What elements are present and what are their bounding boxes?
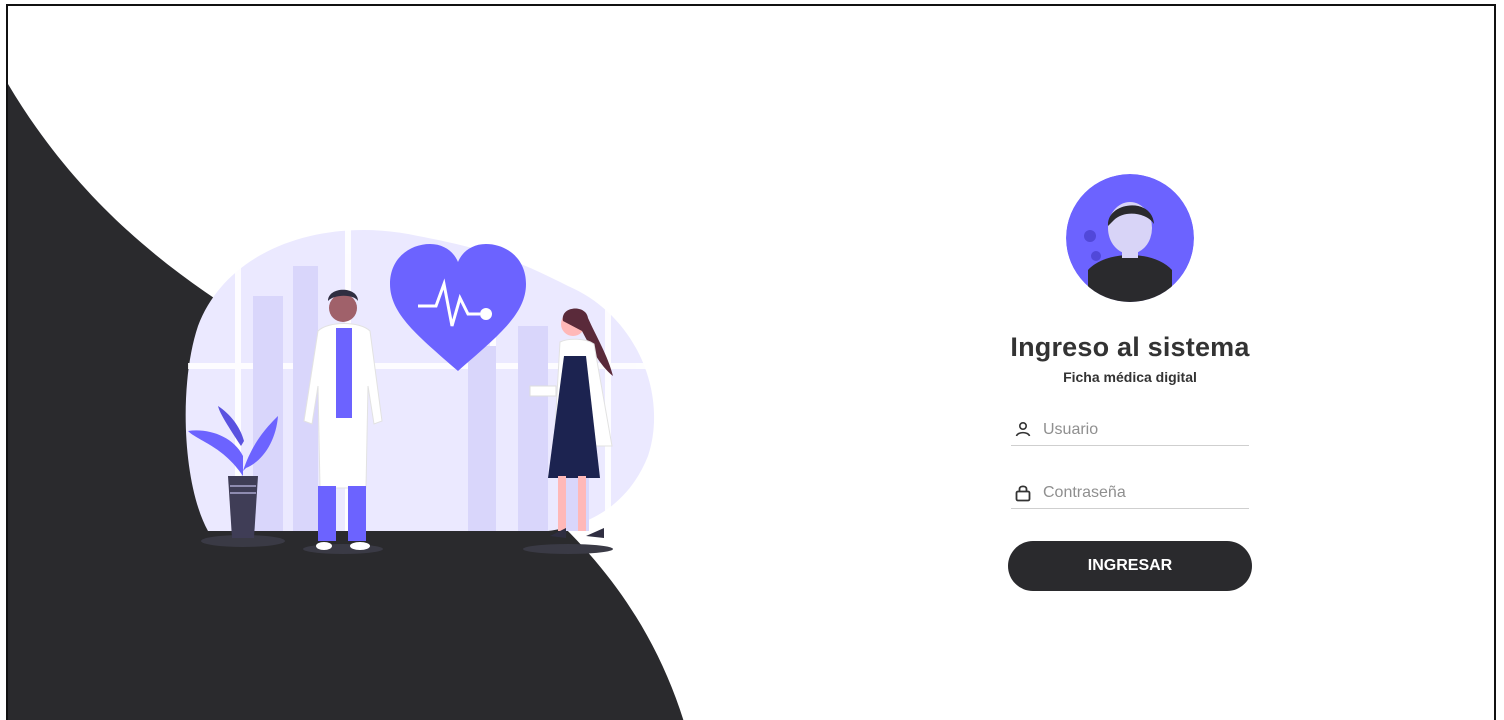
login-title: Ingreso al sistema	[1010, 332, 1250, 362]
user-icon	[1015, 421, 1031, 437]
user-avatar-icon	[1066, 174, 1194, 302]
login-form: Ingreso al sistema Ficha médica digital …	[998, 174, 1262, 591]
lock-icon	[1015, 485, 1031, 502]
login-button[interactable]: INGRESAR	[1008, 541, 1252, 591]
username-input[interactable]	[1043, 421, 1233, 439]
doctors-illustration	[185, 221, 668, 554]
username-field	[1011, 415, 1249, 446]
password-field	[1011, 478, 1249, 509]
login-subtitle: Ficha médica digital	[1063, 369, 1197, 385]
password-input[interactable]	[1043, 484, 1233, 502]
login-page: Ingreso al sistema Ficha médica digital …	[6, 4, 1496, 720]
